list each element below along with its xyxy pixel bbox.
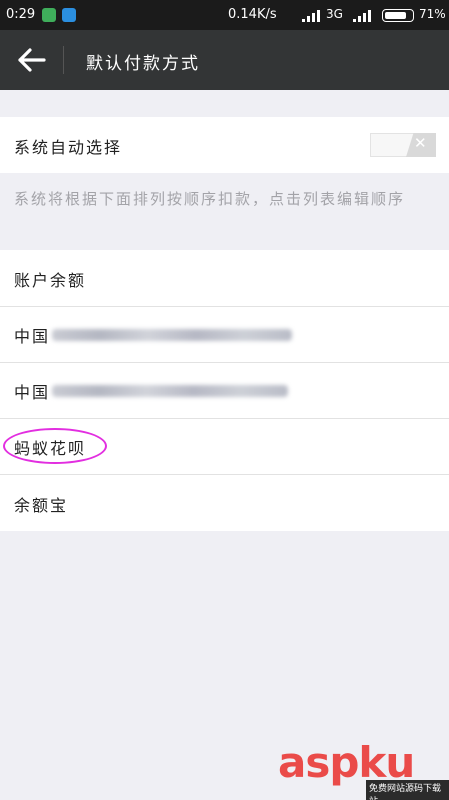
payment-item-bank-card-2[interactable]: 中国 — [0, 363, 449, 418]
network-speed: 0.14K/s — [228, 7, 277, 22]
auto-select-label: 系统自动选择 — [14, 138, 123, 157]
watermark-subtitle: 免费网站源码下载站 — [366, 780, 449, 800]
status-time: 0:29 — [6, 7, 36, 22]
signal-icon — [302, 10, 320, 22]
signal-icon-2 — [353, 10, 371, 22]
payment-label: 账户余额 — [14, 271, 87, 290]
payment-item-balance[interactable]: 账户余额 — [0, 250, 449, 306]
sort-hint: 系统将根据下面排列按顺序扣款，点击列表编辑顺序 — [14, 190, 406, 208]
highlight-circle — [3, 428, 107, 464]
auto-select-toggle[interactable]: ✕ — [370, 133, 436, 157]
back-arrow-icon[interactable] — [14, 46, 48, 74]
network-type: 3G — [326, 7, 343, 21]
bag-icon — [62, 8, 76, 22]
payment-label: 中国 — [14, 327, 51, 346]
masked-card-number — [52, 329, 292, 341]
status-bar: 0:29 0.14K/s 3G 71% — [0, 0, 449, 30]
shield-icon — [42, 8, 56, 22]
battery-percent: 71% — [419, 7, 446, 21]
toolbar: 默认付款方式 — [0, 30, 449, 90]
masked-card-number — [52, 385, 288, 397]
toolbar-divider — [63, 46, 64, 74]
page-title: 默认付款方式 — [86, 54, 200, 74]
payment-label: 中国 — [14, 383, 51, 402]
payment-item-bank-card-1[interactable]: 中国 — [0, 307, 449, 362]
payment-label: 余额宝 — [14, 496, 69, 515]
close-icon: ✕ — [414, 134, 427, 152]
battery-icon — [382, 9, 414, 22]
payment-item-yuebao[interactable]: 余额宝 — [0, 475, 449, 531]
auto-select-row[interactable]: 系统自动选择 ✕ — [0, 117, 449, 173]
